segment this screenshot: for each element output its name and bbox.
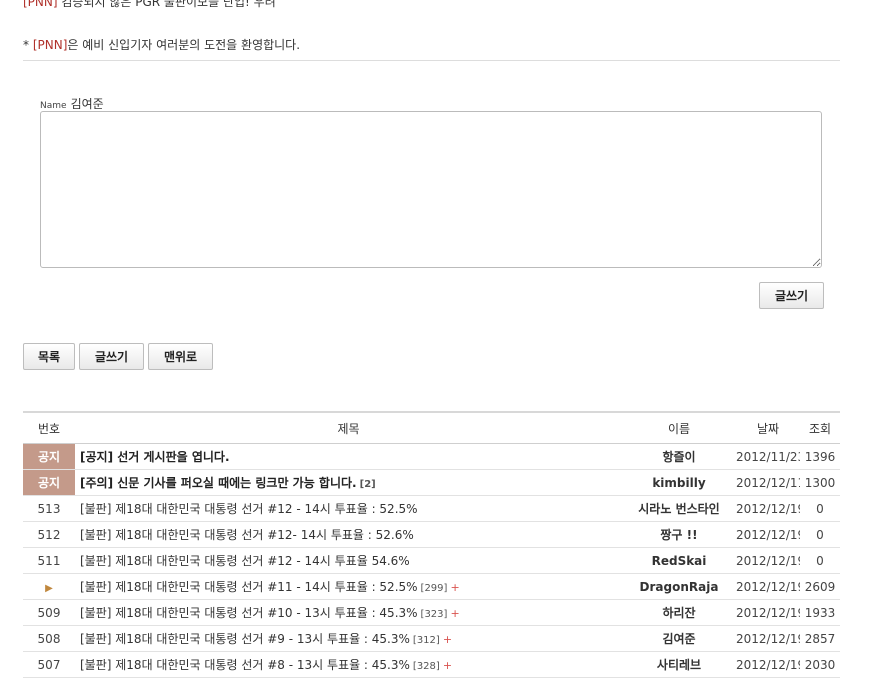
post-number: 512 xyxy=(23,521,75,548)
post-number: 508 xyxy=(23,625,75,652)
pnn-notice-1: [PNN] 검증되지 않은 PGR 불판이모들 단입! 우려 xyxy=(23,0,276,10)
post-number: 507 xyxy=(23,651,75,678)
author-name[interactable]: 시라노 번스타인 xyxy=(622,495,736,522)
view-count: 0 xyxy=(800,495,840,522)
table-row[interactable]: 507 [불판] 제18대 대한민국 대통령 선거 #8 - 13시 투표율 : … xyxy=(23,651,840,678)
pnn-tag: [PNN] xyxy=(32,38,68,52)
comment-count: [2] xyxy=(359,479,376,490)
header-date: 날짜 xyxy=(736,411,800,444)
bullet: * xyxy=(23,38,33,52)
post-title-link[interactable]: [불판] 제18대 대한민국 대통령 선거 #12 - 14시 투표율 : 52… xyxy=(80,502,418,516)
new-comment-plus-icon: + xyxy=(450,581,460,594)
table-row[interactable]: 513 [불판] 제18대 대한민국 대통령 선거 #12 - 14시 투표율 :… xyxy=(23,495,840,522)
pnn-notice-text: 검증되지 않은 PGR 불판이모들 단입! 우려 xyxy=(57,0,276,9)
post-title-link[interactable]: [불판] 제18대 대한민국 대통령 선거 #9 - 13시 투표율 : 45.… xyxy=(80,632,410,646)
view-count: 2609 xyxy=(800,573,840,600)
name-value: 김여준 xyxy=(70,97,104,111)
table-row[interactable]: 508 [불판] 제18대 대한민국 대통령 선거 #9 - 13시 투표율 : … xyxy=(23,625,840,652)
comment-count: [312] xyxy=(412,635,440,646)
post-date: 2012/12/19 xyxy=(736,547,800,574)
table-row[interactable]: 511 [불판] 제18대 대한민국 대통령 선거 #12 - 14시 투표율 5… xyxy=(23,547,840,574)
comment-count: [323] xyxy=(420,609,448,620)
author-name[interactable]: 하리잔 xyxy=(622,599,736,626)
header-no: 번호 xyxy=(23,411,75,444)
post-title-link[interactable]: [불판] 제18대 대한민국 대통령 선거 #8 - 13시 투표율 : 45.… xyxy=(80,658,410,672)
post-title-cell: [불판] 제18대 대한민국 대통령 선거 #8 - 13시 투표율 : 45.… xyxy=(75,651,622,678)
post-title-link[interactable]: [공지] 선거 게시판을 엽니다. xyxy=(80,450,230,464)
post-title-cell: [불판] 제18대 대한민국 대통령 선거 #12 - 14시 투표율 : 52… xyxy=(75,495,622,522)
view-count: 1933 xyxy=(800,599,840,626)
new-comment-plus-icon: + xyxy=(442,633,453,646)
author-name[interactable]: DragonRaja xyxy=(622,573,736,600)
table-row[interactable]: 공지 [공지] 선거 게시판을 엽니다. 항즐이 2012/11/23 1396 xyxy=(23,443,840,470)
comment-count: [299] xyxy=(420,583,448,594)
post-title-link[interactable]: [불판] 제18대 대한민국 대통령 선거 #12- 14시 투표율 : 52.… xyxy=(80,528,414,542)
post-date: 2012/12/19 xyxy=(736,521,800,548)
table-row[interactable]: 509 [불판] 제18대 대한민국 대통령 선거 #10 - 13시 투표율 :… xyxy=(23,599,840,626)
author-name[interactable]: 항즐이 xyxy=(622,443,736,470)
current-post-arrow-icon: ▶ xyxy=(23,573,75,600)
view-count: 0 xyxy=(800,521,840,548)
post-title-link[interactable]: [불판] 제18대 대한민국 대통령 선거 #12 - 14시 투표율 54.6… xyxy=(80,554,410,568)
table-row[interactable]: 512 [불판] 제18대 대한민국 대통령 선거 #12- 14시 투표율 : … xyxy=(23,521,840,548)
post-number: 509 xyxy=(23,599,75,626)
post-title-cell: [주의] 신문 기사를 퍼오실 때에는 링크만 가능 합니다. [2] xyxy=(75,469,622,496)
post-title-cell: [불판] 제18대 대한민국 대통령 선거 #9 - 13시 투표율 : 45.… xyxy=(75,625,622,652)
post-title-cell: [불판] 제18대 대한민국 대통령 선거 #11 - 14시 투표율 : 52… xyxy=(75,573,622,600)
post-date: 2012/12/19 xyxy=(736,599,800,626)
board-table: 번호 제목 이름 날짜 조회 공지 [공지] 선거 게시판을 엽니다. 항즐이 201… xyxy=(23,411,840,678)
post-date: 2012/11/23 xyxy=(736,443,800,470)
view-count: 1396 xyxy=(800,443,840,470)
comment-count: [328] xyxy=(412,661,440,672)
table-row[interactable]: ▶ [불판] 제18대 대한민국 대통령 선거 #11 - 14시 투표율 : 5… xyxy=(23,573,840,600)
pnn-notice-2: * [PNN]은 예비 신입기자 여러분의 도전을 환영합니다. xyxy=(23,36,300,53)
new-comment-plus-icon: + xyxy=(450,607,460,620)
back-to-top-button[interactable]: 맨위로 xyxy=(148,343,213,370)
post-number: 511 xyxy=(23,547,75,574)
comment-name-row: Name 김여준 xyxy=(40,93,104,112)
pnn-tag: [PNN] xyxy=(23,0,58,9)
view-count: 2030 xyxy=(800,651,840,678)
post-title-cell: [공지] 선거 게시판을 엽니다. xyxy=(75,443,622,470)
pnn-notice-text: 은 예비 신입기자 여러분의 도전을 환영합니다. xyxy=(67,38,301,52)
view-count: 2857 xyxy=(800,625,840,652)
table-header-row: 번호 제목 이름 날짜 조회 xyxy=(23,411,840,444)
view-count: 0 xyxy=(800,547,840,574)
notice-badge: 공지 xyxy=(23,443,75,470)
new-comment-plus-icon: + xyxy=(442,659,453,672)
header-name: 이름 xyxy=(622,411,736,444)
post-title-cell: [불판] 제18대 대한민국 대통령 선거 #10 - 13시 투표율 : 45… xyxy=(75,599,622,626)
table-row[interactable]: 공지 [주의] 신문 기사를 퍼오실 때에는 링크만 가능 합니다. [2] kimb… xyxy=(23,469,840,496)
author-name[interactable]: kimbilly xyxy=(622,469,736,496)
header-title: 제목 xyxy=(75,411,622,444)
write-button[interactable]: 글쓰기 xyxy=(79,343,144,370)
post-date: 2012/12/19 xyxy=(736,573,800,600)
name-label: Name xyxy=(40,101,67,111)
post-title-link[interactable]: [불판] 제18대 대한민국 대통령 선거 #10 - 13시 투표율 : 45… xyxy=(80,606,418,620)
post-date: 2012/12/19 xyxy=(736,625,800,652)
comment-textarea[interactable] xyxy=(40,111,822,268)
post-date: 2012/12/19 xyxy=(736,495,800,522)
arrow-icon: ▶ xyxy=(45,582,53,594)
view-count: 1300 xyxy=(800,469,840,496)
author-name[interactable]: 짱구 !! xyxy=(622,521,736,548)
post-title-cell: [불판] 제18대 대한민국 대통령 선거 #12 - 14시 투표율 54.6… xyxy=(75,547,622,574)
author-name[interactable]: 사티레브 xyxy=(622,651,736,678)
post-title-link[interactable]: [주의] 신문 기사를 퍼오실 때에는 링크만 가능 합니다. xyxy=(80,476,357,490)
post-title-cell: [불판] 제18대 대한민국 대통령 선거 #12- 14시 투표율 : 52.… xyxy=(75,521,622,548)
divider xyxy=(23,60,840,61)
author-name[interactable]: 김여준 xyxy=(622,625,736,652)
notice-badge: 공지 xyxy=(23,469,75,496)
author-name[interactable]: RedSkai xyxy=(622,547,736,574)
header-views: 조회 xyxy=(800,411,840,444)
comment-submit-button[interactable]: 글쓰기 xyxy=(759,282,824,309)
post-date: 2012/12/11 xyxy=(736,469,800,496)
post-title-link[interactable]: [불판] 제18대 대한민국 대통령 선거 #11 - 14시 투표율 : 52… xyxy=(80,580,418,594)
post-date: 2012/12/19 xyxy=(736,651,800,678)
post-number: 513 xyxy=(23,495,75,522)
list-button[interactable]: 목록 xyxy=(23,343,75,370)
